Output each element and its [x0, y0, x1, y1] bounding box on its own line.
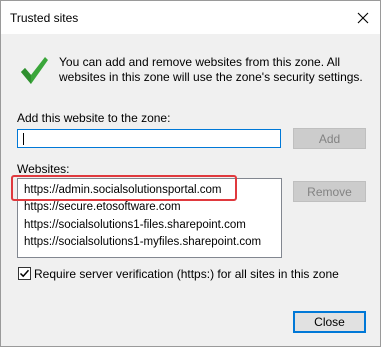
text-caret	[23, 133, 24, 145]
checkbox-checked-icon	[19, 269, 30, 278]
remove-button[interactable]: Remove	[293, 181, 366, 202]
dialog-title: Trusted sites	[10, 11, 79, 25]
title-bar: Trusted sites	[1, 1, 380, 34]
require-https-checkbox[interactable]	[18, 267, 31, 280]
add-website-label: Add this website to the zone:	[17, 111, 171, 125]
trusted-sites-dialog: Trusted sites You can add and remove web…	[0, 0, 381, 347]
add-button[interactable]: Add	[293, 128, 366, 149]
list-item[interactable]: https://socialsolutions1-files.sharepoin…	[24, 217, 246, 233]
add-website-input[interactable]	[17, 129, 281, 148]
require-https-label: Require server verification (https:) for…	[34, 267, 339, 281]
list-item[interactable]: https://secure.etosoftware.com	[24, 199, 181, 215]
zone-info-text: You can add and remove websites from thi…	[59, 55, 363, 84]
close-button[interactable]: Close	[293, 311, 366, 333]
close-icon[interactable]	[352, 7, 374, 29]
websites-label: Websites:	[17, 162, 70, 176]
checkmark-icon	[19, 54, 49, 86]
list-item[interactable]: https://socialsolutions1-myfiles.sharepo…	[24, 234, 261, 250]
highlight-annotation	[11, 175, 237, 201]
